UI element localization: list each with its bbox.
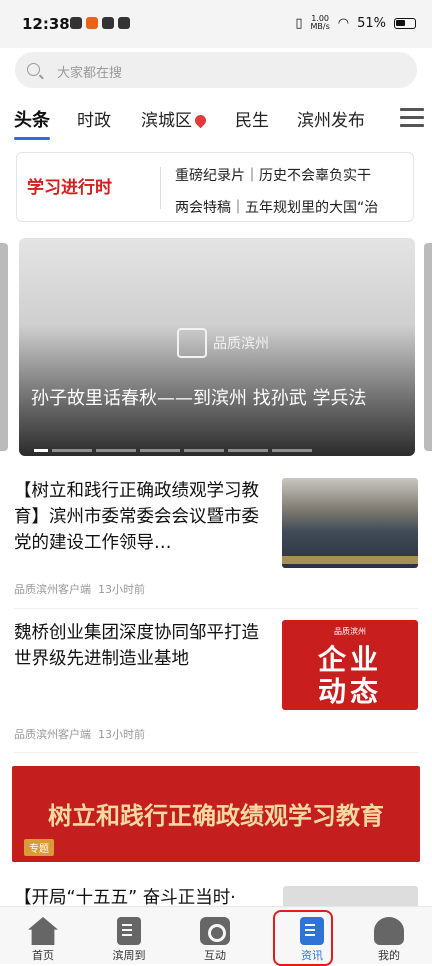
nav-news[interactable]: 资讯 — [269, 907, 355, 966]
headline-carousel[interactable]: 品质滨州 孙子故里话春秋——到滨州 找孙武 学兵法 — [19, 238, 415, 456]
network-speed: 1.00 MB/s — [310, 14, 330, 31]
status-right: ▯ 1.00 MB/s ◠ 51% — [295, 15, 416, 31]
carousel-prev-peek — [0, 243, 8, 451]
promo-text: 树立和践行正确政绩观学习教育 — [48, 801, 384, 830]
study-banner[interactable]: 学习进行时 重磅纪录片｜历史不会辜负实干 两会特稿｜五年规划里的大国“治 — [16, 152, 414, 222]
carousel-watermark: 品质滨州 — [177, 328, 269, 358]
tab-binzhou-release[interactable]: 滨州发布 — [297, 106, 365, 131]
divider — [14, 608, 418, 609]
carousel-next-peek — [424, 243, 432, 451]
article-thumbnail: 品质滨州 企业 动态 — [282, 620, 418, 710]
nav-mine[interactable]: 我的 — [346, 907, 432, 965]
news-book-icon — [300, 917, 324, 945]
status-time: 12:38 — [22, 15, 70, 33]
bottom-navigation: 首页 滨周到 互动 资讯 我的 — [0, 906, 432, 966]
topic-promo-banner[interactable]: 树立和践行正确政绩观学习教育 专题 — [12, 766, 420, 862]
article-thumbnail — [282, 478, 418, 568]
article-title: 魏桥创业集团深度协同邹平打造世界级先进制造业基地 — [14, 623, 259, 669]
article-item[interactable]: 【树立和践行正确政绩观学习教育】滨州市委常委会会议暨市委党的建设工作领导… 品质… — [14, 478, 418, 598]
wifi-icon: ◠ — [337, 15, 350, 31]
brand-logo-icon — [177, 328, 207, 358]
search-icon — [27, 63, 40, 76]
profile-doc-icon — [117, 917, 141, 945]
tab-headlines[interactable]: 头条 — [14, 106, 50, 140]
battery-level: 51% — [357, 15, 386, 31]
search-placeholder: 大家都在搜 — [57, 66, 123, 81]
article-meta: 品质滨州客户端 13小时前 — [14, 728, 145, 741]
channel-tabs: 头条 时政 滨城区 民生 滨州发布 — [0, 96, 432, 140]
camera-icon — [200, 917, 230, 945]
battery-icon — [394, 17, 416, 29]
banner-headline-2[interactable]: 两会特稿｜五年规划里的大国“治 — [175, 197, 378, 217]
user-icon — [374, 917, 404, 945]
vibrate-icon: ▯ — [295, 15, 303, 31]
location-pin-icon — [192, 112, 209, 129]
nav-interact[interactable]: 互动 — [172, 907, 258, 965]
nav-binzhoudao[interactable]: 滨周到 — [86, 907, 172, 965]
carousel-caption: 孙子故里话春秋——到滨州 找孙武 学兵法 — [31, 388, 367, 409]
article-meta: 品质滨州客户端 13小时前 — [14, 583, 145, 596]
nav-home[interactable]: 首页 — [0, 907, 86, 965]
banner-headline-1[interactable]: 重磅纪录片｜历史不会辜负实干 — [175, 165, 371, 185]
banner-logo: 学习进行时 — [27, 178, 112, 198]
article-item[interactable]: 魏桥创业集团深度协同邹平打造世界级先进制造业基地 品质滨州 企业 动态 品质滨州… — [14, 620, 418, 741]
tab-livelihood[interactable]: 民生 — [235, 106, 269, 131]
channel-menu-icon[interactable] — [400, 108, 424, 132]
banner-divider — [160, 167, 161, 209]
tab-politics[interactable]: 时政 — [77, 106, 111, 131]
search-bar[interactable]: 大家都在搜 — [15, 52, 417, 88]
article-title: 【树立和践行正确政绩观学习教育】滨州市委常委会会议暨市委党的建设工作领导… — [14, 481, 259, 553]
notification-icons — [70, 17, 130, 29]
tab-bincheng[interactable]: 滨城区 — [141, 106, 209, 131]
topic-badge: 专题 — [24, 839, 54, 856]
carousel-indicator — [34, 449, 312, 452]
home-icon — [28, 917, 58, 945]
status-bar: 12:38 ▯ 1.00 MB/s ◠ 51% — [0, 0, 432, 48]
divider — [14, 752, 418, 753]
